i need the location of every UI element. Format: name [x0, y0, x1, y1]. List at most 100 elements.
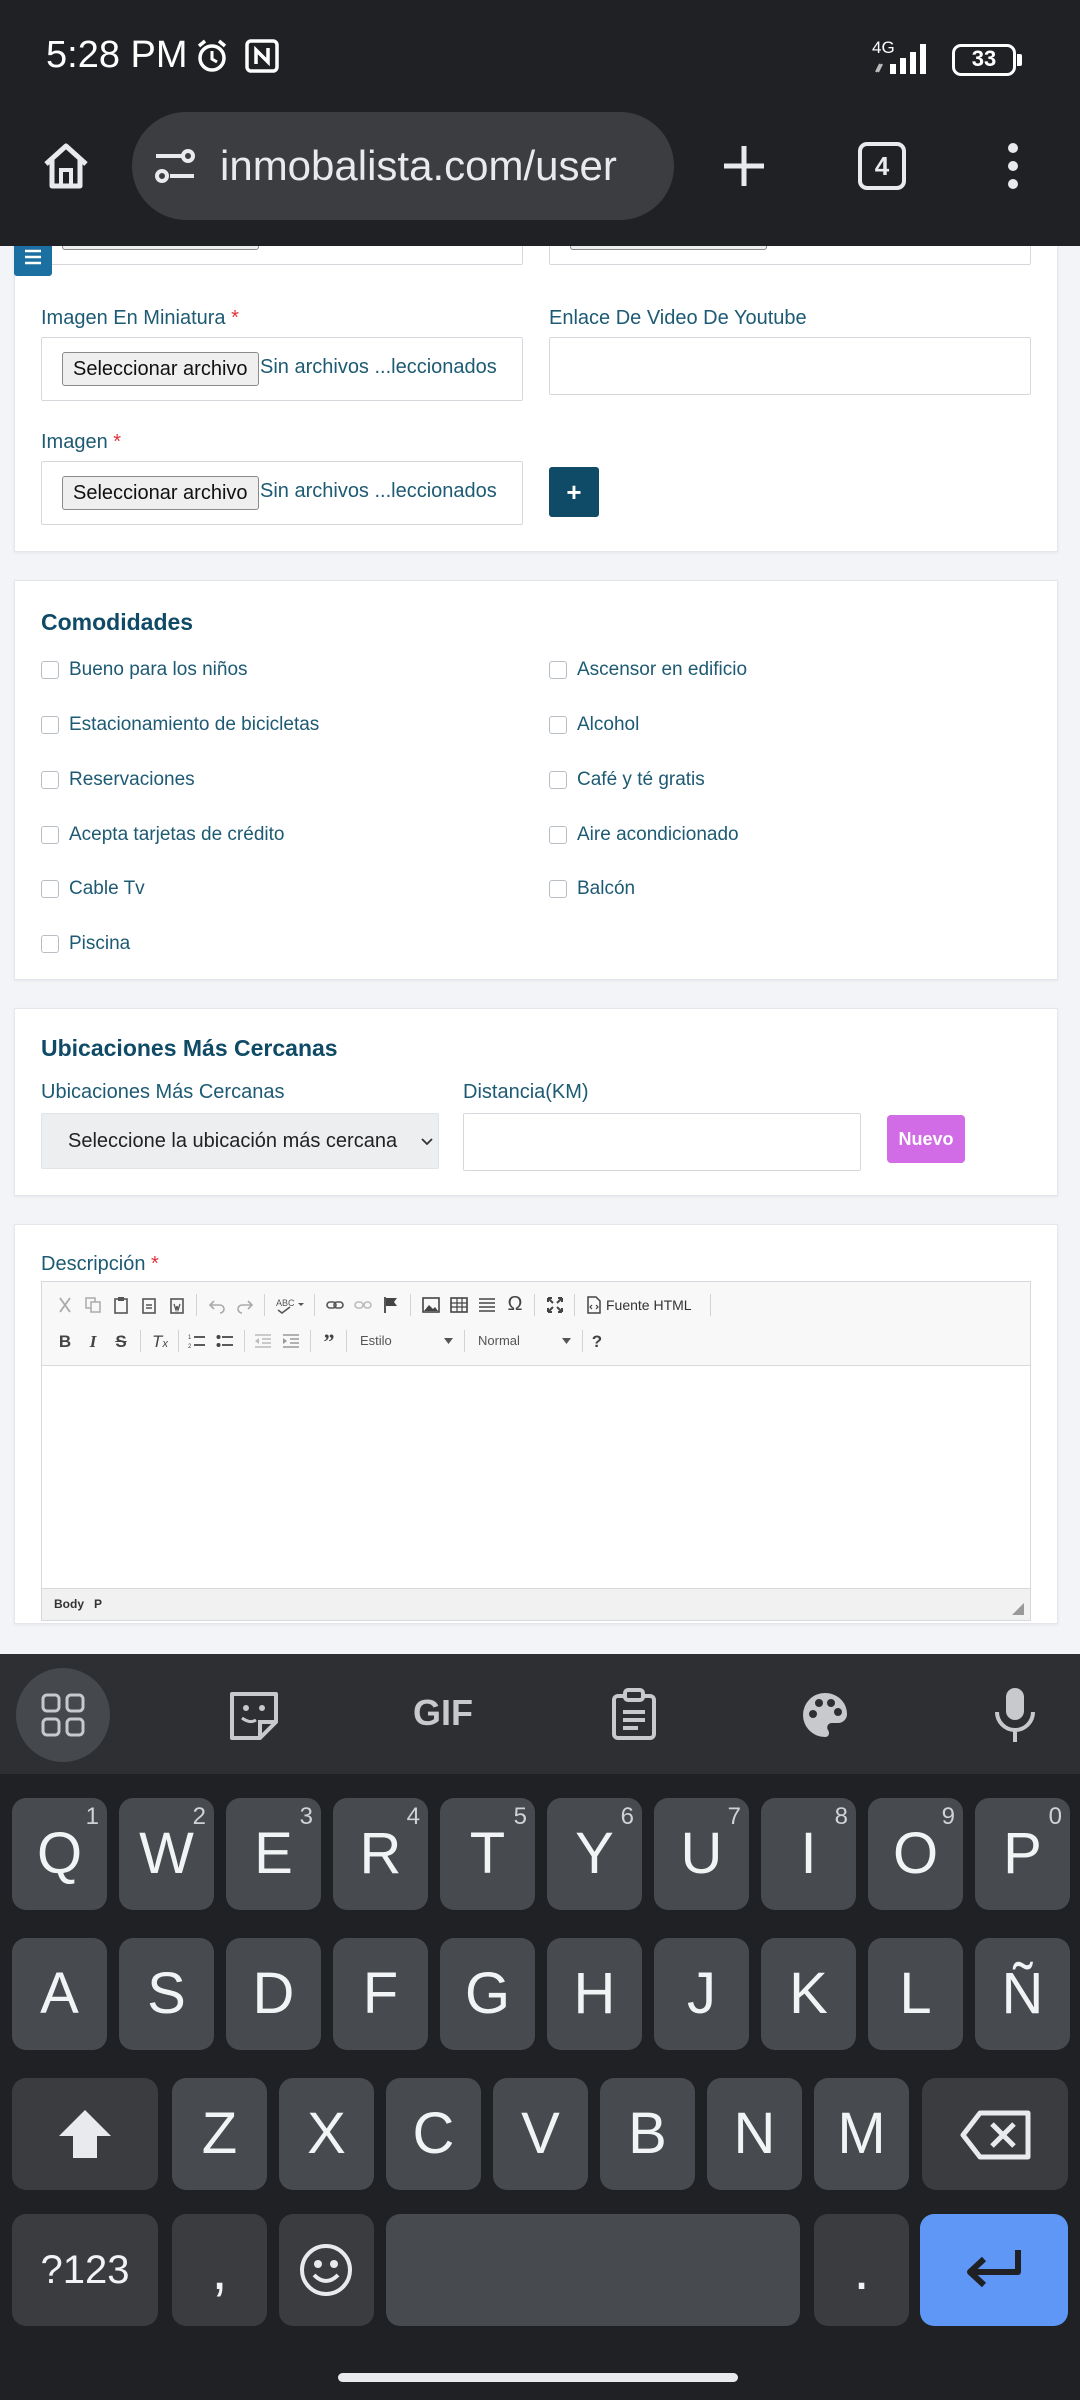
period-key[interactable]: .	[814, 2214, 909, 2326]
anchor-flag-icon[interactable]	[382, 1296, 400, 1314]
site-settings-icon[interactable]	[152, 146, 198, 186]
key-z[interactable]: Z	[172, 2078, 267, 2190]
resize-handle-icon[interactable]	[1012, 1603, 1024, 1615]
key-n[interactable]: N	[707, 2078, 802, 2190]
key-m[interactable]: M	[814, 2078, 909, 2190]
remove-format-icon[interactable]: Tx	[150, 1332, 170, 1354]
amenity-checkbox[interactable]	[549, 826, 567, 844]
cut-icon[interactable]	[56, 1296, 74, 1314]
format-dropdown[interactable]: Normal	[470, 1330, 576, 1354]
key-x[interactable]: X	[279, 2078, 374, 2190]
palette-icon[interactable]	[800, 1690, 850, 1740]
file-input-top-left[interactable]: Seleccionar archivo Sin archivos ...lecc…	[41, 246, 523, 265]
help-icon[interactable]: ?	[588, 1332, 606, 1352]
more-menu-icon[interactable]	[998, 140, 1028, 192]
key-e[interactable]: 3E	[226, 1798, 321, 1910]
copy-icon[interactable]	[84, 1296, 102, 1314]
amenity-checkbox[interactable]	[549, 716, 567, 734]
amenity-checkbox[interactable]	[41, 771, 59, 789]
home-icon[interactable]	[40, 140, 92, 192]
key-a[interactable]: A	[12, 1938, 107, 2050]
microphone-icon[interactable]	[992, 1686, 1038, 1744]
amenity-checkbox[interactable]	[41, 935, 59, 953]
numbered-list-icon[interactable]: 12	[188, 1332, 206, 1350]
key-w[interactable]: 2W	[119, 1798, 214, 1910]
key-b[interactable]: B	[600, 2078, 695, 2190]
key-r[interactable]: 4R	[333, 1798, 428, 1910]
key-p[interactable]: 0P	[975, 1798, 1070, 1910]
shift-key[interactable]	[12, 2078, 158, 2190]
tab-switcher-button[interactable]: 4	[858, 142, 906, 190]
sticker-icon[interactable]	[228, 1690, 280, 1742]
add-image-button[interactable]: +	[549, 467, 599, 517]
thumbnail-file-input[interactable]: Seleccionar archivo Sin archivos ...lecc…	[41, 337, 523, 401]
bulleted-list-icon[interactable]	[216, 1332, 234, 1350]
sidebar-toggle-button[interactable]	[14, 246, 52, 276]
enter-key[interactable]	[920, 2214, 1068, 2326]
key-u[interactable]: 7U	[654, 1798, 749, 1910]
emoji-key[interactable]	[279, 2214, 374, 2326]
blockquote-icon[interactable]: ”	[320, 1331, 338, 1353]
image-file-input[interactable]: Seleccionar archivo Sin archivos ...lecc…	[41, 461, 523, 525]
strike-icon[interactable]: S	[112, 1332, 130, 1352]
key-j[interactable]: J	[654, 1938, 749, 2050]
paste-icon[interactable]	[112, 1296, 130, 1314]
clipboard-icon[interactable]	[610, 1688, 658, 1742]
path-body[interactable]: Body	[54, 1597, 84, 1611]
key-o[interactable]: 9O	[868, 1798, 963, 1910]
file-input-top-right[interactable]: Seleccionar archivo Sin archivos ...lecc…	[549, 246, 1031, 265]
apps-button[interactable]	[16, 1668, 110, 1762]
url-text[interactable]: inmobalista.com/user	[220, 142, 660, 190]
source-button-label[interactable]: Fuente HTML	[606, 1297, 692, 1313]
space-key[interactable]	[386, 2214, 800, 2326]
link-icon[interactable]	[326, 1296, 344, 1314]
outdent-icon[interactable]	[254, 1332, 272, 1350]
key-v[interactable]: V	[493, 2078, 588, 2190]
gesture-nav-bar[interactable]	[338, 2373, 738, 2382]
table-icon[interactable]	[450, 1296, 468, 1314]
amenity-checkbox[interactable]	[41, 661, 59, 679]
key-g[interactable]: G	[440, 1938, 535, 2050]
amenity-checkbox[interactable]	[41, 826, 59, 844]
style-dropdown[interactable]: Estilo	[352, 1330, 458, 1354]
redo-icon[interactable]	[236, 1296, 254, 1314]
key-s[interactable]: S	[119, 1938, 214, 2050]
amenity-checkbox[interactable]	[549, 771, 567, 789]
paste-text-icon[interactable]	[140, 1296, 158, 1314]
key-i[interactable]: 8I	[761, 1798, 856, 1910]
select-file-button[interactable]: Seleccionar archivo	[62, 246, 259, 250]
undo-icon[interactable]	[208, 1296, 226, 1314]
amenity-checkbox[interactable]	[41, 716, 59, 734]
key-y[interactable]: 6Y	[547, 1798, 642, 1910]
amenity-checkbox[interactable]	[549, 880, 567, 898]
source-icon[interactable]	[586, 1296, 602, 1314]
select-file-button[interactable]: Seleccionar archivo	[62, 352, 259, 386]
amenity-checkbox[interactable]	[549, 661, 567, 679]
key-t[interactable]: 5T	[440, 1798, 535, 1910]
key-f[interactable]: F	[333, 1938, 428, 2050]
editor-content-area[interactable]	[42, 1366, 1030, 1588]
nearby-location-select[interactable]: Seleccione la ubicación más cercana	[41, 1113, 439, 1169]
key-k[interactable]: K	[761, 1938, 856, 2050]
bold-icon[interactable]: B	[56, 1332, 74, 1352]
horizontal-rule-icon[interactable]	[478, 1296, 496, 1314]
indent-icon[interactable]	[282, 1332, 300, 1350]
select-file-button[interactable]: Seleccionar archivo	[570, 246, 767, 250]
distance-input[interactable]	[463, 1113, 861, 1171]
key-d[interactable]: D	[226, 1938, 321, 2050]
italic-icon[interactable]: I	[84, 1332, 102, 1352]
special-char-icon[interactable]: Ω	[504, 1294, 526, 1314]
key-l[interactable]: L	[868, 1938, 963, 2050]
maximize-icon[interactable]	[546, 1296, 564, 1314]
amenity-checkbox[interactable]	[41, 880, 59, 898]
spellcheck-icon[interactable]: ABC	[276, 1296, 306, 1314]
gif-button[interactable]: GIF	[408, 1692, 478, 1734]
key-q[interactable]: 1Q	[12, 1798, 107, 1910]
paste-word-icon[interactable]	[168, 1296, 186, 1314]
new-location-button[interactable]: Nuevo	[887, 1115, 965, 1163]
youtube-link-input[interactable]	[549, 337, 1031, 395]
select-file-button[interactable]: Seleccionar archivo	[62, 476, 259, 510]
key-n-tilde[interactable]: Ñ	[975, 1938, 1070, 2050]
key-h[interactable]: H	[547, 1938, 642, 2050]
comma-key[interactable]: ,	[172, 2214, 267, 2326]
